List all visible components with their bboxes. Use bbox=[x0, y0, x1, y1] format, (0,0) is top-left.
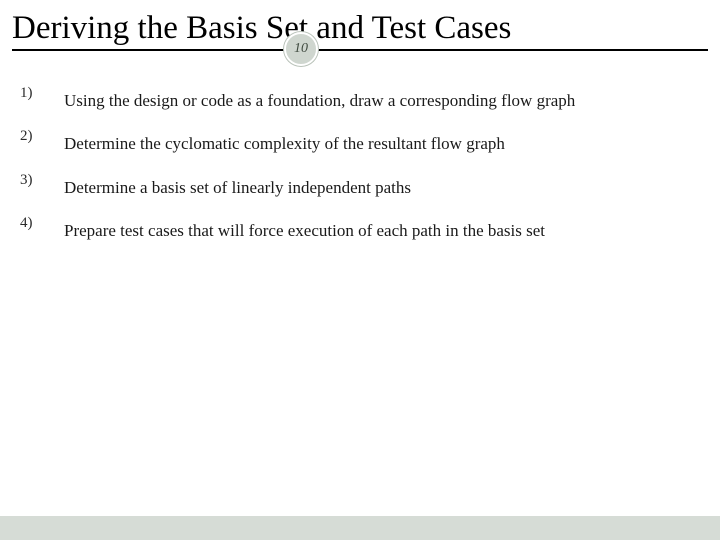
list-item: 2) Determine the cyclomatic complexity o… bbox=[20, 125, 692, 162]
list-item: 4) Prepare test cases that will force ex… bbox=[20, 212, 692, 249]
list-item: 1) Using the design or code as a foundat… bbox=[20, 82, 692, 119]
slide: Deriving the Basis Set and Test Cases 10… bbox=[0, 0, 720, 540]
list-item-text: Prepare test cases that will force execu… bbox=[64, 212, 692, 249]
list-item-number: 1) bbox=[20, 82, 64, 102]
footer-band bbox=[0, 516, 720, 540]
slide-title: Deriving the Basis Set and Test Cases bbox=[12, 10, 708, 51]
list-item-text: Determine a basis set of linearly indepe… bbox=[64, 169, 692, 206]
slide-body bbox=[0, 0, 720, 516]
list-item-number: 4) bbox=[20, 212, 64, 232]
slide-number: 10 bbox=[294, 41, 308, 57]
list-item-number: 3) bbox=[20, 169, 64, 189]
list-item: 3) Determine a basis set of linearly ind… bbox=[20, 169, 692, 206]
list-item-text: Determine the cyclomatic complexity of t… bbox=[64, 125, 692, 162]
slide-number-badge: 10 bbox=[284, 32, 318, 66]
list-item-number: 2) bbox=[20, 125, 64, 145]
ordered-list: 1) Using the design or code as a foundat… bbox=[20, 82, 692, 256]
list-item-text: Using the design or code as a foundation… bbox=[64, 82, 692, 119]
